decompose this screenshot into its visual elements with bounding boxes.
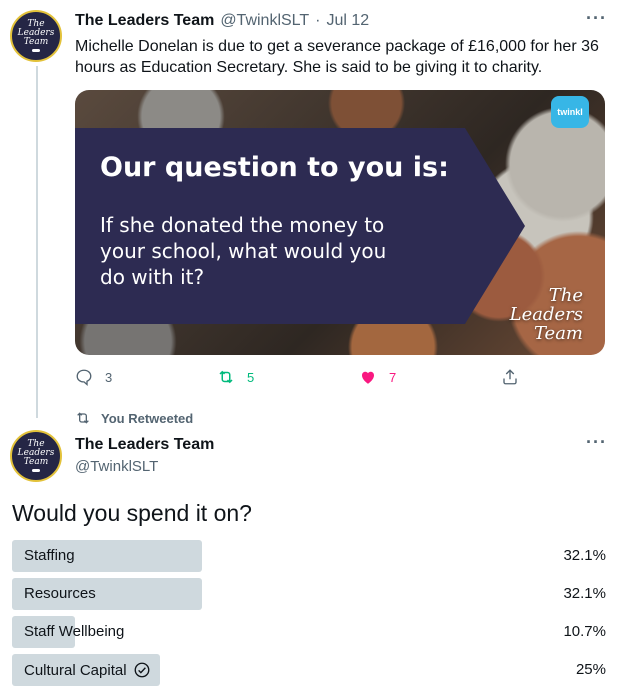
retweet-button[interactable]: 5 (217, 368, 254, 386)
like-button[interactable]: 7 (359, 368, 396, 386)
media-title: Our question to you is: (100, 152, 449, 183)
retweet-count: 5 (247, 369, 255, 385)
like-count: 7 (389, 369, 397, 385)
poll-option-text: Cultural Capital (24, 661, 127, 679)
avatar[interactable]: The Leaders Team (10, 10, 62, 62)
thread-connector-line (36, 66, 38, 418)
poll-option-percent: 10.7% (563, 623, 606, 640)
author-name[interactable]: The Leaders Team (75, 12, 214, 30)
media-body: If she donated the money to your school,… (100, 213, 387, 289)
author-handle[interactable]: @TwinklSLT (220, 12, 309, 30)
poll-option-label: Resources (24, 585, 96, 602)
poll-option-percent: 25% (575, 661, 606, 678)
poll-option-label: Staff Wellbeing (24, 623, 124, 640)
reply-icon (76, 369, 92, 386)
retweet-context-label[interactable]: You Retweeted (101, 411, 193, 426)
poll-option-label: Cultural Capital (24, 661, 151, 679)
poll-option: Staffing 32.1% (12, 540, 606, 572)
avatar-text-line: Team (23, 457, 49, 467)
avatar[interactable]: The Leaders Team (10, 430, 62, 482)
tweet-header: The Leaders Team @TwinklSLT · Jul 12 (75, 12, 369, 30)
twinkl-logo-icon: twinkl (551, 96, 589, 128)
share-button[interactable] (501, 368, 519, 386)
poll-option-text: Resources (24, 585, 96, 602)
avatar-text-line: Team (23, 37, 49, 47)
retweet-icon (77, 412, 89, 424)
tweet-media-image[interactable]: Our question to you is: If she donated t… (75, 90, 605, 355)
poll-option-text: Staff Wellbeing (24, 623, 125, 640)
poll-option: Staff Wellbeing 10.7% (12, 616, 606, 648)
watermark-line: Team (533, 323, 583, 344)
poll-question: Would you spend it on? (12, 500, 252, 526)
avatar-smile (32, 49, 40, 52)
tweet-date[interactable]: Jul 12 (327, 12, 370, 30)
watermark-line: Leaders (509, 304, 583, 325)
poll-option-label: Staffing (24, 547, 75, 564)
watermark-line: The (548, 285, 583, 306)
author-name[interactable]: The Leaders Team (75, 436, 214, 454)
reply-count: 3 (105, 369, 113, 385)
retweet-context: You Retweeted (75, 410, 193, 426)
media-watermark: The Leaders Team (510, 286, 583, 343)
header-separator: · (315, 12, 321, 29)
more-options-icon[interactable]: ··· (586, 432, 607, 453)
voted-check-icon (134, 662, 149, 678)
poll-option: Resources 32.1% (12, 578, 606, 610)
heart-icon (362, 371, 374, 384)
poll-option: Cultural Capital 25% (12, 654, 606, 686)
more-options-icon[interactable]: ··· (586, 8, 607, 29)
author-handle[interactable]: @TwinklSLT (75, 458, 158, 475)
retweet-icon (219, 370, 233, 384)
poll-option-percent: 32.1% (563, 585, 606, 602)
poll-option-percent: 32.1% (563, 547, 606, 564)
avatar-smile (32, 469, 40, 472)
tweet-actions: 3 5 7 (75, 368, 525, 390)
tweet-text: Michelle Donelan is due to get a severan… (75, 38, 599, 76)
share-icon (503, 369, 517, 385)
poll-option-text: Staffing (24, 547, 75, 564)
reply-button[interactable]: 3 (75, 368, 112, 386)
